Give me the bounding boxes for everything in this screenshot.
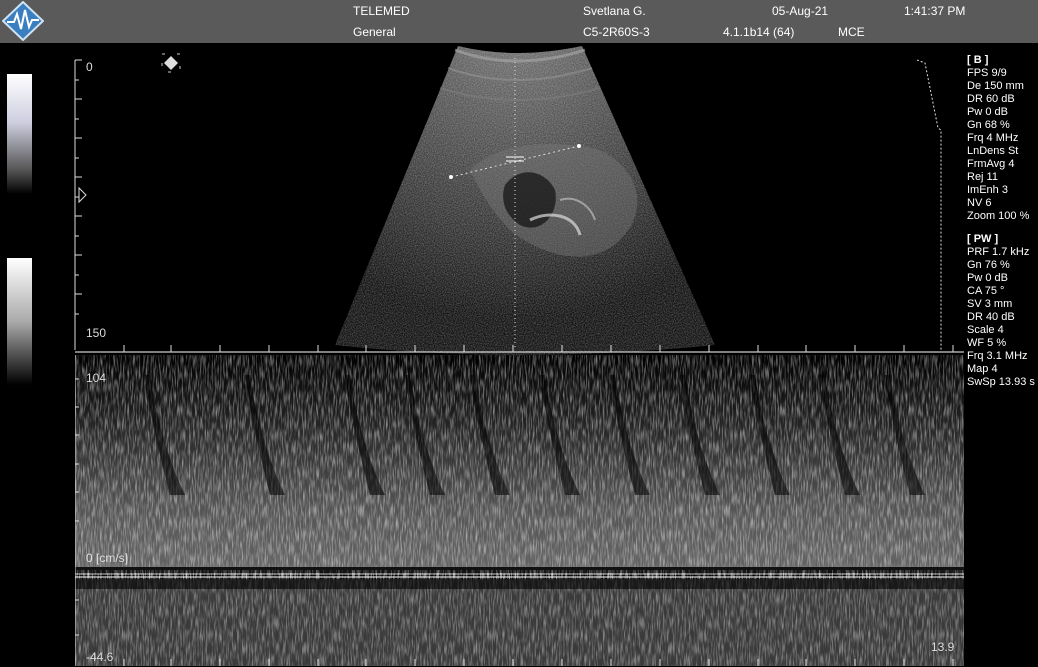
b-param-item: Frq 4 MHz [967,132,1019,144]
probe-label: C5-2R60S-3 [583,25,650,39]
time-label: 1:41:37 PM [904,4,966,18]
b-param-item: Rej 11 [967,171,998,183]
depth-bottom-label: 150 [86,326,107,340]
pw-params-title: [ PW ] [967,233,999,245]
version-label: 4.1.1b14 (64) [723,25,795,39]
pw-param-item: WF 5 % [967,337,1007,349]
pw-param-item: Scale 4 [967,324,1004,336]
pw-param-item: Map 4 [967,363,998,375]
b-param-item: Gn 68 % [967,119,1010,131]
b-param-item: Pw 0 dB [967,106,1008,118]
pw-param-item: Gn 76 % [967,259,1010,271]
date-label: 05-Aug-21 [772,4,829,18]
brand-label: TELEMED [353,4,410,18]
b-param-item: ImEnh 3 [967,184,1008,196]
time-scale-label: 13.9 [931,640,955,654]
b-params-panel: [ B ] FPS 9/9 De 150 mm DR 60 dB Pw 0 dB… [967,54,1029,223]
velocity-bottom-label: -44.6 [86,650,114,664]
b-param-item: LnDens St [967,145,1019,157]
mode-label: MCE [838,25,865,39]
b-param-item: De 150 mm [967,80,1024,92]
pw-param-item: Frq 3.1 MHz [967,350,1028,362]
preset-label: General [353,25,396,39]
pw-param-item: Pw 0 dB [967,272,1008,284]
patient-name: Svetlana G. [583,4,646,18]
velocity-baseline-label: 0 [cm/s] [86,551,129,565]
depth-top-label: 0 [86,60,93,74]
pw-param-item: SV 3 mm [967,298,1013,310]
pw-param-item: CA 75 ° [967,285,1005,297]
b-param-item: NV 6 [967,197,992,209]
focus-marker-icon [78,186,87,204]
b-params-title: [ B ] [967,54,989,66]
b-param-item: FPS 9/9 [967,67,1007,79]
pw-param-item: DR 40 dB [967,311,1015,323]
doppler-spectrum[interactable] [75,355,964,666]
pw-params-panel: [ PW ] PRF 1.7 kHz Gn 76 % Pw 0 dB CA 75… [967,233,1035,389]
freeze-icon [161,53,181,73]
telemed-logo-icon[interactable] [2,1,44,41]
b-param-item: Zoom 100 % [967,210,1030,222]
b-param-item: DR 60 dB [967,93,1015,105]
velocity-top-label: 104 [86,371,107,385]
pw-param-item: PRF 1.7 kHz [967,246,1030,258]
top-bar: TELEMED General Svetlana G. C5-2R60S-3 0… [0,0,1038,43]
pw-param-item: SwSp 13.93 s [967,376,1035,388]
b-param-item: FrmAvg 4 [967,158,1015,170]
